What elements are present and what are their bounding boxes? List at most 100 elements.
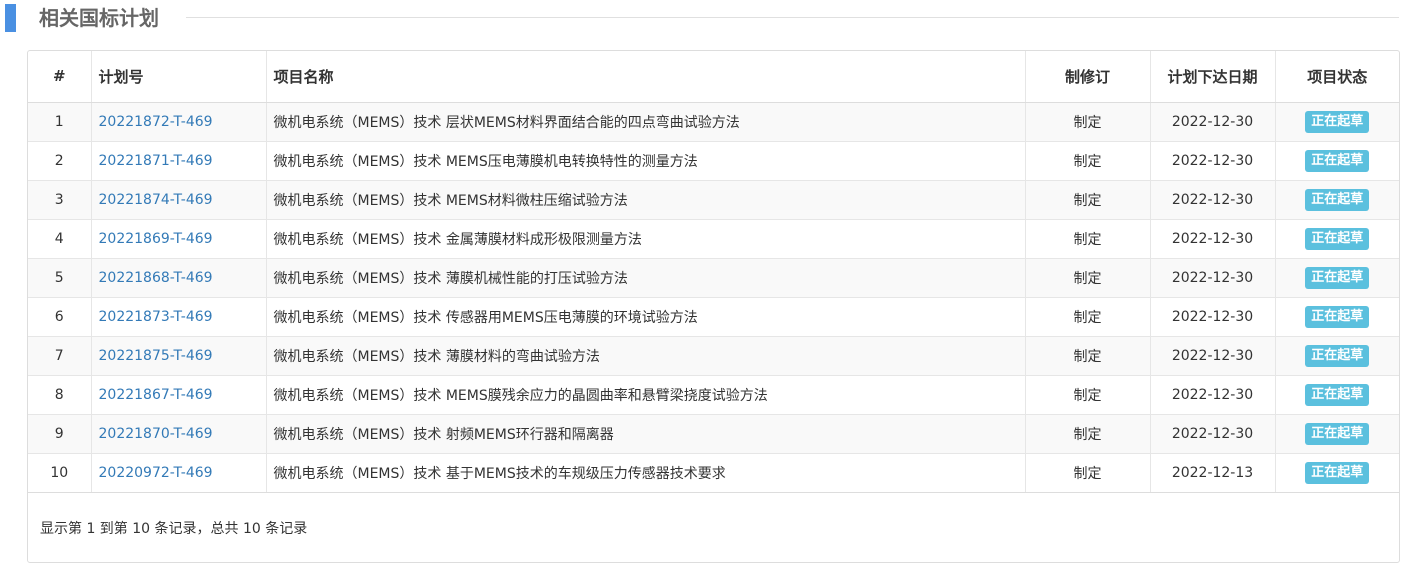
row-revision-type: 制定 [1024, 335, 1150, 375]
standards-plan-panel: # 计划号 项目名称 制修订 计划下达日期 项目状态 1 20221872-T-4… [27, 50, 1400, 563]
row-index: 7 [28, 335, 91, 375]
row-index: 3 [28, 179, 91, 219]
row-plan-code-cell: 20221874-T-469 [90, 179, 266, 219]
row-status-cell: 正在起草 [1274, 140, 1399, 180]
row-revision-type: 制定 [1024, 296, 1150, 336]
row-plan-code-cell: 20221871-T-469 [90, 140, 266, 180]
row-plan-code-cell: 20221867-T-469 [90, 374, 266, 414]
row-revision-type: 制定 [1024, 452, 1150, 493]
row-index: 4 [28, 218, 91, 258]
header-plan-code: 计划号 [90, 51, 266, 103]
row-project-name: 微机电系统（MEMS）技术 层状MEMS材料界面结合能的四点弯曲试验方法 [265, 101, 1025, 141]
plan-code-link[interactable]: 20221872-T-469 [99, 114, 213, 130]
row-plan-code-cell: 20221875-T-469 [90, 335, 266, 375]
status-badge: 正在起草 [1305, 149, 1370, 172]
row-status-cell: 正在起草 [1274, 413, 1399, 453]
plan-code-link[interactable]: 20221867-T-469 [99, 387, 213, 403]
status-badge: 正在起草 [1305, 188, 1370, 211]
row-revision-type: 制定 [1024, 218, 1150, 258]
row-index: 2 [28, 140, 91, 180]
row-revision-type: 制定 [1024, 179, 1150, 219]
row-revision-type: 制定 [1024, 101, 1150, 141]
pagination-info: 显示第 1 到第 10 条记录，总共 10 条记录 [40, 521, 308, 537]
row-plan-code-cell: 20221873-T-469 [90, 296, 266, 336]
plan-code-link[interactable]: 20221869-T-469 [99, 231, 213, 247]
standards-plan-table: # 计划号 项目名称 制修订 计划下达日期 项目状态 1 20221872-T-4… [28, 51, 1399, 493]
table-row: 6 20221873-T-469 微机电系统（MEMS）技术 传感器用MEMS压电薄… [28, 296, 1399, 336]
row-project-name: 微机电系统（MEMS）技术 MEMS压电薄膜机电转换特性的测量方法 [265, 140, 1025, 180]
row-status-cell: 正在起草 [1274, 296, 1399, 336]
row-project-name: 微机电系统（MEMS）技术 MEMS材料微柱压缩试验方法 [265, 179, 1025, 219]
row-issue-date: 2022-12-30 [1149, 374, 1275, 414]
row-index: 9 [28, 413, 91, 453]
header-project-name: 项目名称 [265, 51, 1025, 103]
status-badge: 正在起草 [1305, 422, 1370, 445]
table-row: 4 20221869-T-469 微机电系统（MEMS）技术 金属薄膜材料成形极限测… [28, 218, 1399, 258]
status-badge: 正在起草 [1305, 344, 1370, 367]
row-index: 6 [28, 296, 91, 336]
row-revision-type: 制定 [1024, 413, 1150, 453]
row-issue-date: 2022-12-30 [1149, 218, 1275, 258]
table-row: 3 20221874-T-469 微机电系统（MEMS）技术 MEMS材料微柱压缩试… [28, 179, 1399, 219]
row-status-cell: 正在起草 [1274, 218, 1399, 258]
table-row: 9 20221870-T-469 微机电系统（MEMS）技术 射频MEMS环行器和隔… [28, 413, 1399, 453]
status-badge: 正在起草 [1305, 110, 1370, 133]
row-plan-code-cell: 20221869-T-469 [90, 218, 266, 258]
row-plan-code-cell: 20221868-T-469 [90, 257, 266, 297]
row-revision-type: 制定 [1024, 140, 1150, 180]
plan-code-link[interactable]: 20221874-T-469 [99, 192, 213, 208]
row-project-name: 微机电系统（MEMS）技术 金属薄膜材料成形极限测量方法 [265, 218, 1025, 258]
table-row: 7 20221875-T-469 微机电系统（MEMS）技术 薄膜材料的弯曲试验方法… [28, 335, 1399, 375]
row-plan-code-cell: 20221870-T-469 [90, 413, 266, 453]
plan-code-link[interactable]: 20221873-T-469 [99, 309, 213, 325]
row-project-name: 微机电系统（MEMS）技术 薄膜机械性能的打压试验方法 [265, 257, 1025, 297]
row-status-cell: 正在起草 [1274, 179, 1399, 219]
plan-code-link[interactable]: 20221871-T-469 [99, 153, 213, 169]
section-accent-bar [5, 4, 16, 32]
row-project-name: 微机电系统（MEMS）技术 基于MEMS技术的车规级压力传感器技术要求 [265, 452, 1025, 493]
table-row: 10 20220972-T-469 微机电系统（MEMS）技术 基于MEMS技术的车… [28, 452, 1399, 493]
section-title: 相关国标计划 [39, 6, 159, 30]
status-badge: 正在起草 [1305, 383, 1370, 406]
row-index: 10 [28, 452, 91, 493]
row-issue-date: 2022-12-30 [1149, 335, 1275, 375]
row-project-name: 微机电系统（MEMS）技术 射频MEMS环行器和隔离器 [265, 413, 1025, 453]
row-project-name: 微机电系统（MEMS）技术 传感器用MEMS压电薄膜的环境试验方法 [265, 296, 1025, 336]
table-row: 1 20221872-T-469 微机电系统（MEMS）技术 层状MEMS材料界面结… [28, 101, 1399, 141]
row-plan-code-cell: 20220972-T-469 [90, 452, 266, 493]
table-header-row: # 计划号 项目名称 制修订 计划下达日期 项目状态 [28, 51, 1399, 103]
row-project-name: 微机电系统（MEMS）技术 MEMS膜残余应力的晶圆曲率和悬臂梁挠度试验方法 [265, 374, 1025, 414]
plan-code-link[interactable]: 20221868-T-469 [99, 270, 213, 286]
plan-code-link[interactable]: 20221875-T-469 [99, 348, 213, 364]
row-issue-date: 2022-12-30 [1149, 257, 1275, 297]
plan-code-link[interactable]: 20220972-T-469 [99, 465, 213, 481]
section-header: 相关国标计划 [0, 0, 1402, 36]
row-status-cell: 正在起草 [1274, 452, 1399, 493]
status-badge: 正在起草 [1305, 266, 1370, 289]
table-row: 2 20221871-T-469 微机电系统（MEMS）技术 MEMS压电薄膜机电转… [28, 140, 1399, 180]
row-revision-type: 制定 [1024, 374, 1150, 414]
row-status-cell: 正在起草 [1274, 101, 1399, 141]
row-status-cell: 正在起草 [1274, 374, 1399, 414]
row-index: 8 [28, 374, 91, 414]
row-index: 5 [28, 257, 91, 297]
row-index: 1 [28, 101, 91, 141]
status-badge: 正在起草 [1305, 305, 1370, 328]
row-project-name: 微机电系统（MEMS）技术 薄膜材料的弯曲试验方法 [265, 335, 1025, 375]
status-badge: 正在起草 [1305, 227, 1370, 250]
row-revision-type: 制定 [1024, 257, 1150, 297]
status-badge: 正在起草 [1305, 461, 1370, 484]
row-status-cell: 正在起草 [1274, 335, 1399, 375]
row-issue-date: 2022-12-30 [1149, 101, 1275, 141]
header-index: # [28, 51, 91, 103]
header-revision-type: 制修订 [1024, 51, 1150, 103]
row-issue-date: 2022-12-30 [1149, 413, 1275, 453]
table-row: 8 20221867-T-469 微机电系统（MEMS）技术 MEMS膜残余应力的晶… [28, 374, 1399, 414]
row-issue-date: 2022-12-30 [1149, 140, 1275, 180]
header-project-status: 项目状态 [1274, 51, 1399, 103]
row-plan-code-cell: 20221872-T-469 [90, 101, 266, 141]
plan-code-link[interactable]: 20221870-T-469 [99, 426, 213, 442]
header-issue-date: 计划下达日期 [1149, 51, 1275, 103]
row-issue-date: 2022-12-30 [1149, 296, 1275, 336]
row-issue-date: 2022-12-30 [1149, 179, 1275, 219]
